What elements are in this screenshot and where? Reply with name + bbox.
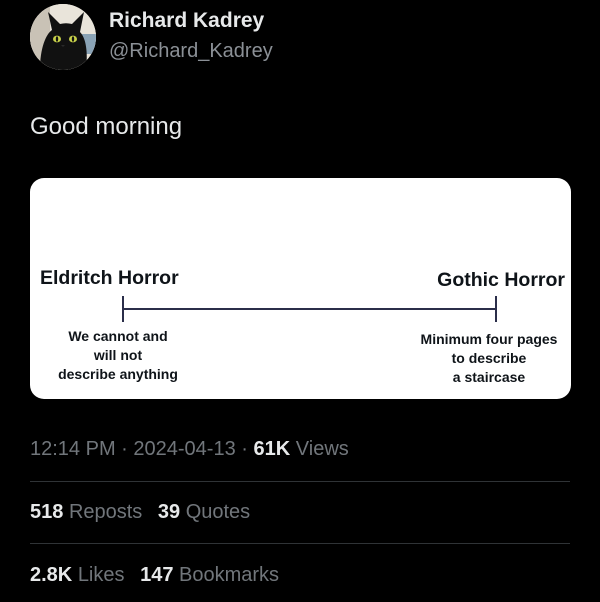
reposts-stat[interactable]: 518 Reposts	[30, 499, 142, 525]
quotes-stat[interactable]: 39 Quotes	[158, 499, 250, 525]
likes-stat[interactable]: 2.8K Likes	[30, 562, 125, 588]
bookmarks-label: Bookmarks	[179, 564, 280, 586]
quotes-count: 39	[157, 501, 181, 523]
meme-left-caption: We cannot and will not describe anything	[58, 328, 178, 382]
engagement-row: 518 Reposts 39 Quotes	[30, 499, 260, 525]
user-handle[interactable]: @Richard_Kadrey	[109, 38, 273, 64]
views-label: Views	[295, 438, 349, 460]
divider	[30, 481, 570, 482]
likes-count: 2.8K	[30, 564, 73, 586]
avatar[interactable]	[30, 4, 96, 70]
black-cat-avatar-icon	[30, 4, 96, 70]
tweet-meta: 12:14 PM · 2024-04-13 · 61K Views	[30, 436, 349, 462]
bookmarks-count: 147	[140, 564, 174, 586]
meta-separator: ·	[241, 438, 248, 460]
likes-label: Likes	[77, 564, 125, 586]
views-count: 61K	[253, 438, 291, 460]
bookmarks-stat[interactable]: 147 Bookmarks	[140, 562, 279, 588]
meta-separator: ·	[121, 438, 128, 460]
display-name[interactable]: Richard Kadrey	[109, 8, 273, 34]
reposts-label: Reposts	[68, 501, 143, 523]
reposts-count: 518	[30, 501, 64, 523]
divider	[30, 543, 570, 544]
meme-right-caption: Minimum four pages to describe a stairca…	[420, 331, 558, 385]
tweet-text: Good morning	[30, 113, 183, 140]
author-block: Richard Kadrey @Richard_Kadrey	[109, 8, 273, 64]
quotes-label: Quotes	[185, 501, 251, 523]
engagement-row: 2.8K Likes 147 Bookmarks	[30, 562, 289, 588]
tweet-date[interactable]: 2024-04-13	[133, 438, 235, 460]
tweet-media-image[interactable]: Eldritch Horror Gothic Horror We cannot …	[30, 178, 571, 399]
tweet-detail: Richard Kadrey @Richard_Kadrey Good morn…	[0, 0, 600, 602]
tweet-time[interactable]: 12:14 PM	[30, 438, 116, 460]
